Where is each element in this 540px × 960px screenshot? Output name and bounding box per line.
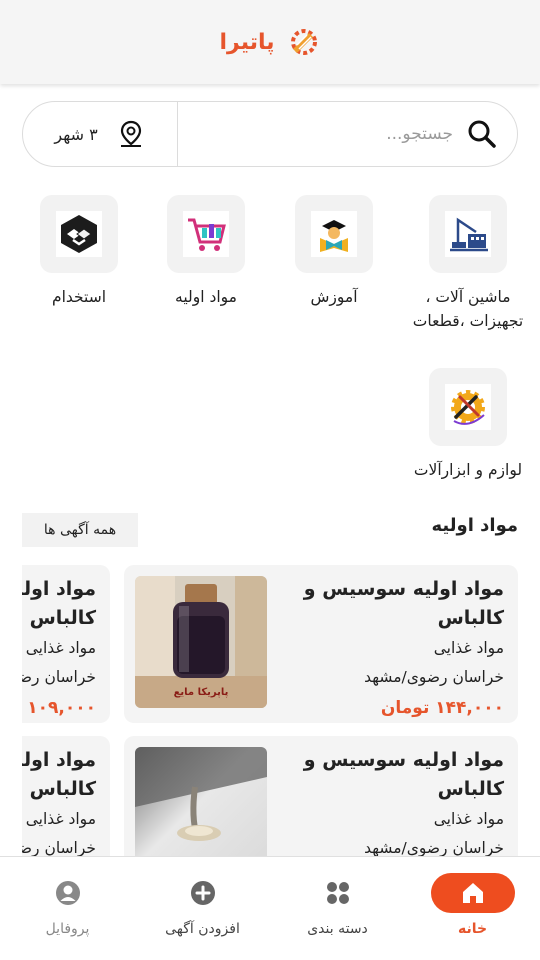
nav-add-ad[interactable]: افزودن آگهی [135, 857, 270, 960]
home-icon [462, 883, 483, 903]
ad-price: ۱۰۹,۰۰۰ تومان [22, 698, 96, 718]
ad-location: خراسان رضوی/مشهد [22, 839, 96, 856]
ads-grid: پاپریکا مایع مواد اولیه سوسیس و کالباس م… [22, 562, 540, 856]
nav-categories-label: دسته بندی [307, 921, 368, 937]
ad-image [135, 747, 267, 856]
category-tile[interactable] [429, 195, 507, 273]
city-selector[interactable]: ۳ شهر [23, 102, 177, 166]
category-education[interactable]: آموزش [269, 195, 399, 309]
nav-profile-pill[interactable] [26, 873, 110, 913]
ad-image-caption: پاپریکا مایع [173, 687, 229, 698]
ad-price: ۱۴۴,۰۰۰ تومان [380, 698, 504, 718]
grid-dots-icon [326, 882, 349, 904]
gear-brush-logo-icon [290, 29, 317, 55]
app-logo[interactable]: پاتیرا [220, 25, 321, 59]
category-label: آموزش [310, 288, 358, 306]
ad-category: مواد غذایی [433, 810, 504, 828]
search-bar: ۳ شهر [22, 101, 518, 167]
ad-location: خراسان رضوی/مشهد [364, 839, 504, 856]
add-circle-icon [190, 881, 215, 905]
nav-add-ad-pill[interactable] [161, 873, 245, 913]
search-input[interactable] [223, 124, 453, 144]
all-ads-button[interactable]: همه آگهی ها [22, 513, 138, 547]
ad-card[interactable]: مواد اولیه سوسیس و کالباس مواد غذایی خرا… [124, 736, 518, 856]
category-employment[interactable]: استخدام [14, 195, 144, 309]
ad-card[interactable]: مواد اولیه سوسیس و کالباس مواد غذایی خرا… [22, 736, 110, 856]
category-label: ماشین آلات ، تجهیزات ،قطعات [412, 288, 524, 330]
ad-category: مواد غذایی [25, 639, 96, 657]
bottom-navigation: خانه دسته بندی افزودن آگهی پروفایل [0, 856, 540, 960]
category-tile[interactable] [40, 195, 118, 273]
tools-gear-icon [451, 390, 485, 425]
nav-add-ad-label: افزودن آگهی [165, 921, 240, 937]
nav-categories[interactable]: دسته بندی [270, 857, 405, 960]
section-title: مواد اولیه [431, 515, 518, 536]
nav-home[interactable]: خانه [405, 857, 540, 960]
employment-icon [61, 215, 97, 253]
ad-category: مواد غذایی [433, 639, 504, 657]
nav-profile-label: پروفایل [45, 921, 90, 937]
nav-home-pill[interactable] [430, 873, 515, 913]
category-machinery[interactable]: ماشین آلات ، تجهیزات ،قطعات [403, 195, 533, 333]
nav-home-label: خانه [457, 921, 488, 937]
category-label: مواد اولیه [175, 288, 237, 306]
app-header: پاتیرا [0, 0, 540, 84]
ad-card[interactable]: پاپریکا مایع مواد اولیه سوسیس و کالباس م… [124, 565, 518, 723]
category-label: لوازم و ابزارآلات [413, 461, 523, 479]
ad-card[interactable]: مواد اولیه سوسیس و کالباس مواد غذایی خرا… [22, 565, 110, 723]
category-tools[interactable]: لوازم و ابزارآلات [395, 368, 540, 482]
ad-title: مواد اولیه سوسیس و کالباس [303, 749, 504, 800]
machinery-icon [450, 217, 488, 252]
ad-image: پاپریکا مایع [135, 576, 267, 708]
ad-category: مواد غذایی [25, 810, 96, 828]
search-field[interactable] [178, 102, 517, 166]
category-tile[interactable] [295, 195, 373, 273]
ad-location: خراسان رضوی/مشهد [364, 668, 504, 686]
nav-categories-pill[interactable] [296, 873, 380, 913]
location-pin-icon [120, 120, 141, 147]
category-tile[interactable] [167, 195, 245, 273]
nav-profile[interactable]: پروفایل [0, 857, 135, 960]
ad-title: مواد اولیه سوسیس و کالباس [22, 749, 96, 800]
city-label: ۳ شهر [54, 124, 98, 144]
category-raw-materials[interactable]: مواد اولیه [141, 195, 271, 309]
category-label: استخدام [51, 288, 106, 306]
search-icon[interactable] [465, 117, 499, 151]
ad-title: مواد اولیه سوسیس و کالباس [303, 578, 504, 629]
category-tile[interactable] [429, 368, 507, 446]
app-title: پاتیرا [219, 29, 275, 55]
education-icon [320, 220, 348, 252]
ad-location: خراسان رضوی/مشهد [22, 668, 96, 686]
shopping-cart-icon [188, 218, 226, 251]
search-divider [177, 102, 178, 166]
user-circle-icon [55, 881, 80, 905]
ad-title: مواد اولیه سوسیس و کالباس [22, 578, 96, 629]
